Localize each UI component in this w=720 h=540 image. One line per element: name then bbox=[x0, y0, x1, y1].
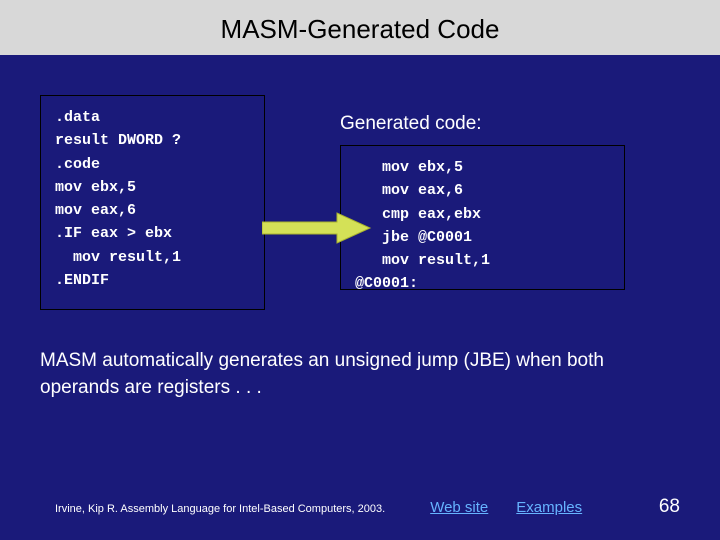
arrow-right-icon bbox=[262, 211, 372, 245]
credit-text: Irvine, Kip R. Assembly Language for Int… bbox=[55, 503, 385, 515]
description-text: MASM automatically generates an unsigned… bbox=[0, 310, 720, 401]
source-code-box: .data result DWORD ? .code mov ebx,5 mov… bbox=[40, 95, 265, 310]
examples-link[interactable]: Examples bbox=[516, 499, 582, 516]
page-number: 68 bbox=[659, 496, 680, 518]
slide-title: MASM-Generated Code bbox=[0, 0, 720, 55]
generated-code-box: mov ebx,5 mov eax,6 cmp eax,ebx jbe @C00… bbox=[340, 145, 625, 290]
generated-code: mov ebx,5 mov eax,6 cmp eax,ebx jbe @C00… bbox=[355, 156, 610, 296]
content-area: .data result DWORD ? .code mov ebx,5 mov… bbox=[0, 55, 720, 310]
generated-code-label: Generated code: bbox=[340, 113, 680, 135]
source-code: .data result DWORD ? .code mov ebx,5 mov… bbox=[55, 106, 250, 292]
footer-links: Web site Examples bbox=[430, 499, 582, 516]
generated-column: Generated code: mov ebx,5 mov eax,6 cmp … bbox=[285, 95, 680, 310]
footer: Irvine, Kip R. Assembly Language for Int… bbox=[0, 496, 720, 518]
web-site-link[interactable]: Web site bbox=[430, 499, 488, 516]
